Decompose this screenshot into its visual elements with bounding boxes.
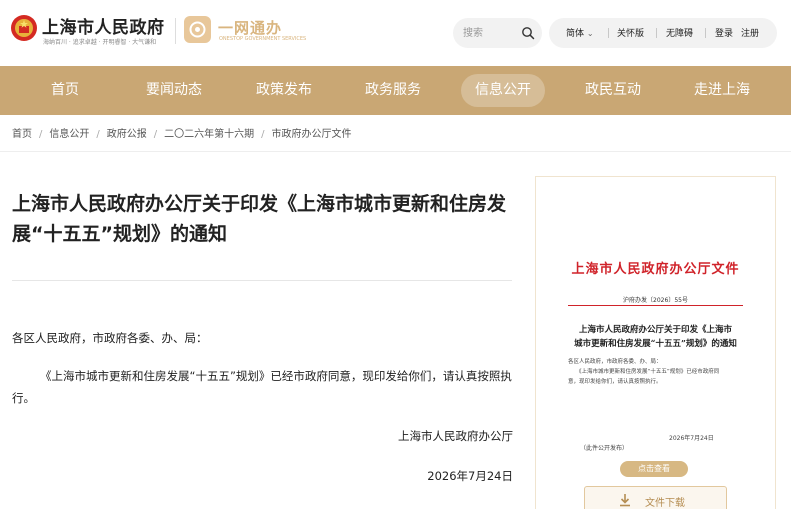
article-date: 2026年7月24日 xyxy=(427,469,513,483)
site-slogan: 海纳百川 · 追求卓越 · 开明睿智 · 大气谦和 xyxy=(43,39,157,46)
chevron-down-icon: ⌄ xyxy=(586,29,594,38)
language-label: 简体 xyxy=(566,29,585,39)
view-document-button[interactable]: 点击查看 xyxy=(620,461,688,477)
breadcrumb-separator: / xyxy=(153,129,158,140)
breadcrumb: 首页 / 信息公开 / 政府公报 / 二〇二六年第十六期 / 市政府办公厅文件 xyxy=(12,125,352,140)
care-mode-link[interactable]: 关怀版 xyxy=(617,26,644,39)
login-link[interactable]: 登录 xyxy=(715,26,733,39)
ywtb-title[interactable]: 一网通办 xyxy=(218,17,282,38)
util-divider xyxy=(656,28,657,38)
breadcrumb-item[interactable]: 信息公开 xyxy=(49,129,89,140)
doc-number: 沪府办发〔2026〕55号 xyxy=(623,297,688,304)
document-preview-card[interactable]: 上海市人民政府办公厅文件 沪府办发〔2026〕55号 上海市人民政府办公厅关于印… xyxy=(535,176,776,509)
doc-heading: 上海市人民政府办公厅文件 xyxy=(571,262,740,277)
breadcrumb-item[interactable]: 政府公报 xyxy=(107,129,147,140)
doc-subtitle: 上海市人民政府办公厅关于印发《上海市 城市更新和住房发展“十五五”规划》的通知 xyxy=(568,323,743,351)
article-salutation: 各区人民政府，市政府各委、办、局： xyxy=(12,331,208,345)
download-label: 文件下载 xyxy=(645,498,685,509)
download-file-button[interactable]: 文件下载 xyxy=(584,486,727,509)
accessibility-link[interactable]: 无障碍 xyxy=(666,26,693,39)
register-link[interactable]: 注册 xyxy=(741,26,759,39)
article-title: 上海市人民政府办公厅关于印发《上海市城市更新和住房发展“十五五”规划》的通知 xyxy=(12,193,507,245)
nav-item-home[interactable]: 首页 xyxy=(25,66,105,115)
breadcrumb-separator: / xyxy=(39,129,43,140)
breadcrumb-separator: / xyxy=(261,129,265,140)
doc-text-line: 《上海市城市更新和住房发展“十五五”规划》已经市政府同 xyxy=(576,369,720,375)
language-selector[interactable]: 简体 ⌄ xyxy=(566,26,594,39)
site-header: 上海市人民政府 海纳百川 · 追求卓越 · 开明睿智 · 大气谦和 一网通办 O… xyxy=(0,0,791,66)
title-divider xyxy=(12,280,512,281)
nav-item-about-shanghai[interactable]: 走进上海 xyxy=(682,66,762,115)
nav-item-interaction[interactable]: 政民互动 xyxy=(573,66,653,115)
nav-item-services[interactable]: 政务服务 xyxy=(353,66,433,115)
util-divider xyxy=(705,28,706,38)
ywtb-emblem-icon xyxy=(189,21,206,38)
breadcrumb-separator: / xyxy=(96,129,100,140)
doc-text-line: 意，现印发给你们，请认真按照执行。 xyxy=(568,379,662,385)
doc-note: （此件公开发布） xyxy=(580,445,629,452)
article-issuer: 上海市人民政府办公厅 xyxy=(398,429,513,443)
doc-subtitle-line: 城市更新和住房发展“十五五”规划》的通知 xyxy=(574,339,737,349)
nav-item-policy[interactable]: 政策发布 xyxy=(244,66,324,115)
national-emblem-icon[interactable] xyxy=(10,14,38,42)
nav-item-news[interactable]: 要闻动态 xyxy=(134,66,214,115)
breadcrumb-item[interactable]: 市政府办公厅文件 xyxy=(272,129,352,140)
breadcrumb-item[interactable]: 二〇二六年第十六期 xyxy=(164,129,254,140)
main-nav: 首页 要闻动态 政策发布 政务服务 信息公开 政民互动 走进上海 xyxy=(0,66,791,115)
breadcrumb-item[interactable]: 首页 xyxy=(12,129,32,140)
breadcrumb-divider xyxy=(0,151,791,152)
header-divider xyxy=(175,18,176,44)
doc-subtitle-line: 上海市人民政府办公厅关于印发《上海市 xyxy=(578,325,732,335)
search-icon[interactable] xyxy=(521,26,535,40)
ywtb-logo-icon[interactable] xyxy=(184,16,211,43)
download-icon xyxy=(620,494,630,507)
ywtb-subtitle: ONESTOP GOVERNMENT SERVICES xyxy=(219,36,307,42)
article-body: 《上海市城市更新和住房发展“十五五”规划》已经市政府同意，现印发给你们，请认真按… xyxy=(12,369,512,405)
nav-item-info-disclosure[interactable]: 信息公开 xyxy=(461,66,545,115)
search-input[interactable] xyxy=(463,25,517,41)
search-box xyxy=(453,18,542,48)
doc-date: 2026年7月24日 xyxy=(669,435,714,442)
doc-red-rule xyxy=(568,305,743,306)
utility-bar: 简体 ⌄ 关怀版 无障碍 登录 注册 xyxy=(549,18,777,48)
doc-text-line: 各区人民政府，市政府各委、办、局： xyxy=(568,359,662,365)
util-divider xyxy=(608,28,609,38)
site-title[interactable]: 上海市人民政府 xyxy=(42,13,165,38)
